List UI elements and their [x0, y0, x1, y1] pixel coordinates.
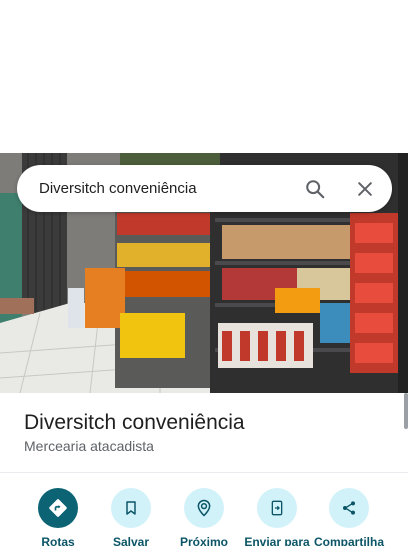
save-button[interactable]: Salvar [91, 488, 171, 546]
place-details-sheet: Diversitch conveniência Mercearia atacad… [0, 393, 408, 546]
directions-icon [38, 488, 78, 528]
place-category: Mercearia atacadista [24, 438, 154, 454]
search-query-text[interactable]: Diversitch conveniência [39, 180, 297, 197]
share-label: Compartilha [313, 535, 384, 546]
search-icon[interactable] [297, 171, 333, 207]
save-label: Salvar [112, 535, 150, 546]
search-bar[interactable]: Diversitch conveniência [17, 165, 392, 212]
close-icon[interactable] [347, 171, 383, 207]
share-icon [329, 488, 369, 528]
place-title: Diversitch conveniência [24, 411, 245, 434]
send-to-phone-button[interactable]: Enviar para [237, 488, 317, 546]
nearby-label: Próximo [179, 535, 228, 546]
send-to-phone-icon [257, 488, 297, 528]
action-buttons-row: Rotas Salvar Próximo Enviar para Compart… [0, 488, 408, 546]
directions-button[interactable]: Rotas [18, 488, 98, 546]
nearby-button[interactable]: Próximo [164, 488, 244, 546]
bookmark-icon [111, 488, 151, 528]
send-to-phone-label: Enviar para [244, 535, 310, 546]
scrollbar[interactable] [404, 393, 408, 429]
directions-label: Rotas [41, 535, 75, 546]
nearby-icon [184, 488, 224, 528]
divider [0, 472, 408, 473]
share-button[interactable]: Compartilha [309, 488, 389, 546]
